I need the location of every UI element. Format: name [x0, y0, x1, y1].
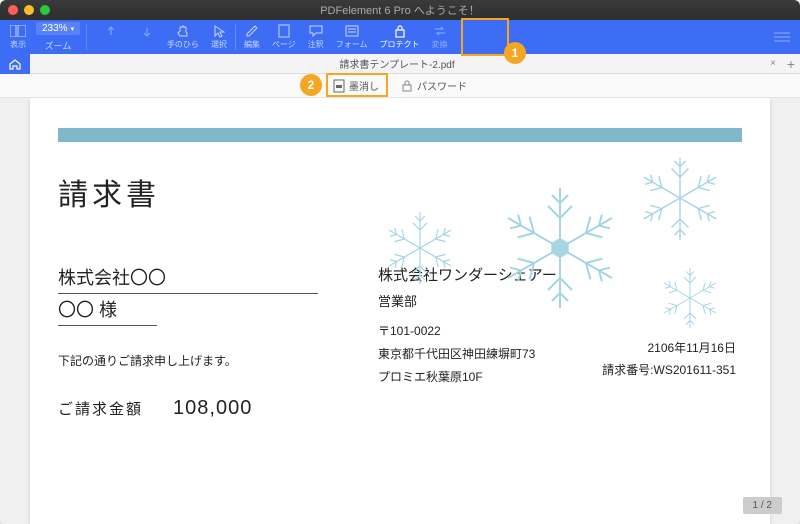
- protect-button[interactable]: プロテクト: [374, 20, 426, 54]
- tab-add-button[interactable]: +: [782, 56, 800, 72]
- edit-button[interactable]: 編集: [238, 20, 266, 54]
- comment-button[interactable]: 注釈: [302, 20, 330, 54]
- convert-button[interactable]: 変換: [426, 20, 454, 54]
- redact-button[interactable]: 墨消し: [327, 76, 385, 95]
- total-label: ご請求金額: [58, 398, 143, 419]
- file-tab[interactable]: 請求書テンプレート-2.pdf: [30, 56, 764, 71]
- password-button[interactable]: パスワード: [395, 76, 473, 95]
- invoice-number: 請求番号:WS201611-351: [602, 360, 736, 382]
- annotation-callout-1: 1: [504, 42, 526, 64]
- password-lock-icon: [401, 80, 413, 92]
- lock-icon: [392, 24, 408, 38]
- zoom-control[interactable]: 233% ズーム: [32, 22, 84, 52]
- convert-icon: [432, 24, 448, 38]
- view-icon: [10, 24, 26, 38]
- arrow-up-icon: [103, 24, 119, 38]
- form-icon: [344, 24, 360, 38]
- page-indicator[interactable]: 1 / 2: [743, 497, 782, 514]
- password-label: パスワード: [417, 78, 467, 93]
- page-button[interactable]: ページ: [266, 20, 302, 54]
- window-titlebar: PDFelement 6 Pro へようこそ！: [0, 0, 800, 20]
- request-note: 下記の通りご請求申し上げます。: [58, 352, 318, 369]
- pencil-icon: [244, 24, 260, 38]
- arrow-down-icon: [139, 25, 155, 39]
- redact-icon: [333, 80, 345, 92]
- fit-down-button[interactable]: x: [133, 20, 161, 54]
- accent-bar: [58, 128, 742, 142]
- more-button[interactable]: [768, 20, 796, 54]
- fit-button[interactable]: フィット: [89, 20, 133, 54]
- tab-strip: 請求書テンプレート-2.pdf × +: [0, 54, 800, 74]
- cursor-icon: [211, 24, 227, 38]
- zoom-label: ズーム: [45, 39, 72, 52]
- document-date: 2106年11月16日: [602, 338, 736, 360]
- client-name: 株式会社〇〇: [58, 264, 318, 294]
- client-honorific: 〇〇 様: [58, 296, 157, 326]
- client-block: 株式会社〇〇 〇〇 様 下記の通りご請求申し上げます。 ご請求金額 108,00…: [58, 264, 318, 420]
- main-toolbar: 表示 233% ズーム フィット x 手のひら: [0, 20, 800, 54]
- document-meta: 2106年11月16日 請求番号:WS201611-351: [602, 338, 736, 381]
- decorative-snowflakes: [350, 158, 750, 338]
- document-viewport[interactable]: 請求書 2106年11月16日 請求番号:WS201611-351 株式会社〇〇…: [0, 98, 800, 524]
- annotation-callout-2: 2: [300, 74, 322, 96]
- menu-icon: [774, 30, 790, 44]
- home-icon: [8, 58, 22, 70]
- pdf-page: 請求書 2106年11月16日 請求番号:WS201611-351 株式会社〇〇…: [30, 98, 770, 524]
- select-tool-button[interactable]: 選択: [205, 20, 233, 54]
- form-button[interactable]: フォーム: [330, 20, 374, 54]
- tab-close-button[interactable]: ×: [764, 58, 782, 69]
- hand-tool-button[interactable]: 手のひら: [161, 20, 205, 54]
- hand-icon: [175, 24, 191, 38]
- page-icon: [276, 24, 292, 38]
- total-row: ご請求金額 108,000: [58, 397, 318, 420]
- total-amount: 108,000: [173, 397, 252, 420]
- annotation-highlight-1: [461, 18, 509, 56]
- view-button[interactable]: 表示: [4, 20, 32, 54]
- home-tab[interactable]: [0, 54, 30, 74]
- zoom-value[interactable]: 233%: [36, 22, 80, 35]
- comment-icon: [308, 24, 324, 38]
- app-title: PDFelement 6 Pro へようこそ！: [0, 2, 800, 18]
- sub-toolbar: 墨消し パスワード 2: [0, 74, 800, 98]
- redact-label: 墨消し: [349, 78, 379, 93]
